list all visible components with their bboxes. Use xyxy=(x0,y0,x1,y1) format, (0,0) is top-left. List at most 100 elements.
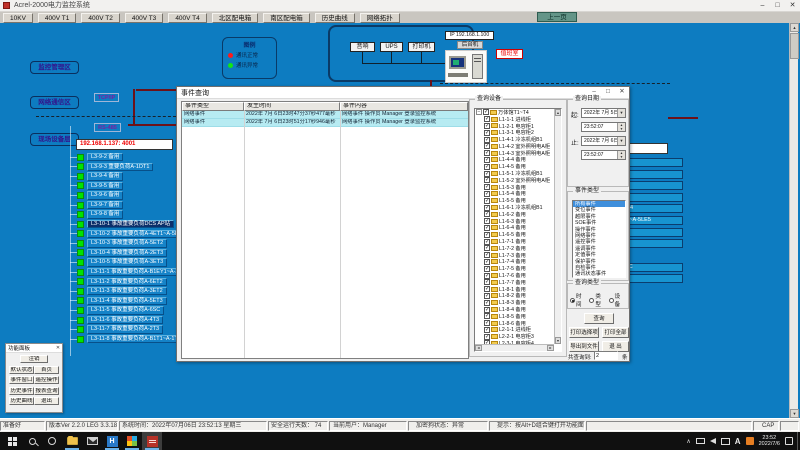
device-row[interactable]: L3-9-6 备用 xyxy=(70,191,193,199)
checkbox-icon[interactable] xyxy=(484,239,490,245)
to-time-spinner[interactable]: 23:52:07 xyxy=(581,150,626,160)
event-table-row[interactable]: 网络事件2022年 7月 6日23时47分37秒477毫秒网络事件 操作员 Ma… xyxy=(182,111,468,119)
notification-center-icon[interactable] xyxy=(785,437,793,445)
network-icon[interactable] xyxy=(696,438,705,444)
spinner-arrows-icon[interactable] xyxy=(617,123,625,131)
file-explorer-button[interactable] xyxy=(62,432,82,450)
checkbox-icon[interactable] xyxy=(484,211,490,217)
event-table-row[interactable]: 网络事件2022年 7月 6日23时51分17秒946毫秒网络事件 操作员 Ma… xyxy=(182,119,468,127)
workstation-icon[interactable] xyxy=(445,50,487,83)
task-view-button[interactable] xyxy=(42,432,62,450)
column-header-time[interactable]: 发生时间 xyxy=(244,102,340,111)
tab-item[interactable]: 400V T4 xyxy=(168,13,206,23)
scroll-up-icon[interactable] xyxy=(555,109,561,116)
function-button[interactable]: 注销 xyxy=(20,355,48,363)
function-panel-close-icon[interactable] xyxy=(54,345,62,351)
checkbox-icon[interactable] xyxy=(484,273,490,279)
device-row[interactable]: L3-10-1 事故重要负荷DCS AP站 xyxy=(70,220,193,228)
tab-item[interactable]: 400V T3 xyxy=(125,13,163,23)
checkbox-icon[interactable] xyxy=(484,116,490,122)
checkbox-icon[interactable] xyxy=(484,259,490,265)
query-type-option[interactable]: 时间 xyxy=(570,292,586,308)
close-icon[interactable] xyxy=(785,0,800,11)
device-row[interactable]: L3-9-8 备用 xyxy=(70,210,193,218)
dialog-maximize-icon[interactable] xyxy=(601,87,615,98)
query-button[interactable]: 查询 xyxy=(584,313,614,324)
scroll-down-icon[interactable] xyxy=(555,337,561,344)
device-row[interactable]: L3-11-5 事故重要负荷A-6SC xyxy=(70,306,193,314)
checkbox-icon[interactable] xyxy=(484,266,490,272)
device-row[interactable]: L3-10-3 事故重要负荷A-5ET2 xyxy=(70,239,193,247)
scroll-left-icon[interactable] xyxy=(475,345,482,351)
checkbox-icon[interactable] xyxy=(484,130,490,136)
checkbox-icon[interactable] xyxy=(484,279,490,285)
scroll-thumb[interactable] xyxy=(790,33,799,59)
dialog-close-icon[interactable] xyxy=(615,87,629,98)
tab-item[interactable]: 南区配电箱 xyxy=(263,13,310,23)
from-date-combo[interactable]: 2022年 7月 5日 xyxy=(581,108,626,118)
checkbox-icon[interactable] xyxy=(484,307,490,313)
tab-item[interactable]: 历史曲线 xyxy=(315,13,355,23)
checkbox-icon[interactable] xyxy=(484,137,490,143)
checkbox-icon[interactable] xyxy=(484,286,490,292)
device-row[interactable]: L3-11-8 事故重要负荷A-B1T1~A-1T1 xyxy=(70,335,193,343)
dropdown-arrow-icon[interactable] xyxy=(617,137,625,145)
device-row[interactable]: L3-10-2 事故重要负荷A-4ET1~A-5ET1 xyxy=(70,230,193,238)
tab-item[interactable]: 网络拓扑 xyxy=(360,13,400,23)
device-row[interactable]: L3-10-5 事故重要负荷A-3ET3 xyxy=(70,258,193,266)
checkbox-icon[interactable] xyxy=(484,123,490,129)
print-selected-button[interactable]: 打印选择项 xyxy=(569,327,599,338)
tree-horizontal-scrollbar[interactable] xyxy=(475,344,554,351)
device-row[interactable]: L3-11-3 事故重要负荷A-3ET2 xyxy=(70,287,193,295)
function-button[interactable]: 报表查询 xyxy=(34,387,59,395)
maximize-icon[interactable] xyxy=(770,0,785,11)
device-row[interactable]: L3-11-6 事故重要负荷A-4T3 xyxy=(70,316,193,324)
checkbox-icon[interactable] xyxy=(484,198,490,204)
scroll-down-icon[interactable] xyxy=(790,409,799,418)
checkbox-icon[interactable] xyxy=(484,164,490,170)
query-type-option[interactable]: 类型 xyxy=(589,292,605,308)
checkbox-icon[interactable] xyxy=(484,232,490,238)
checkbox-icon[interactable] xyxy=(484,171,490,177)
to-date-combo[interactable]: 2022年 7月 6日 xyxy=(581,136,626,146)
scroll-up-icon[interactable] xyxy=(790,23,799,32)
checkbox-icon[interactable] xyxy=(483,109,489,115)
tab-item[interactable]: 北区配电箱 xyxy=(212,13,259,23)
search-button[interactable] xyxy=(22,432,42,450)
checkbox-icon[interactable] xyxy=(484,177,490,183)
device-row[interactable]: L3-11-2 事故重要负荷A-6ET2 xyxy=(70,278,193,286)
checkbox-icon[interactable] xyxy=(484,184,490,190)
tab-item[interactable]: 400V T2 xyxy=(81,13,119,23)
app-h-button[interactable]: H xyxy=(102,432,122,450)
checkbox-icon[interactable] xyxy=(484,150,490,156)
checkbox-icon[interactable] xyxy=(484,245,490,251)
mail-button[interactable] xyxy=(82,432,102,450)
checkbox-icon[interactable] xyxy=(484,293,490,299)
checkbox-icon[interactable] xyxy=(484,252,490,258)
touch-keyboard-icon[interactable] xyxy=(721,438,730,445)
dialog-titlebar[interactable]: 事件查询 xyxy=(177,87,629,99)
spinner-arrows-icon[interactable] xyxy=(617,151,625,159)
device-row[interactable]: L3-9-7 备用 xyxy=(70,201,193,209)
function-button[interactable]: 历史曲线 xyxy=(9,397,34,405)
checkbox-icon[interactable] xyxy=(484,334,490,340)
checkbox-icon[interactable] xyxy=(484,157,490,163)
checkbox-icon[interactable] xyxy=(484,320,490,326)
minimize-icon[interactable] xyxy=(755,0,770,11)
function-button[interactable]: 默认状态 xyxy=(9,366,34,374)
checkbox-icon[interactable] xyxy=(484,218,490,224)
function-button[interactable]: 遥控操作 xyxy=(34,376,59,384)
tray-chevron-up-icon[interactable] xyxy=(686,438,690,445)
taskbar-clock[interactable]: 23:52 2022/7/6 xyxy=(759,435,780,448)
collapse-icon[interactable] xyxy=(476,109,482,115)
checkbox-icon[interactable] xyxy=(484,191,490,197)
checkbox-icon[interactable] xyxy=(484,327,490,333)
function-button[interactable]: 历史事件 xyxy=(9,387,34,395)
checkbox-icon[interactable] xyxy=(484,225,490,231)
column-header-type[interactable]: 事件类型 xyxy=(182,102,244,111)
main-vertical-scrollbar[interactable] xyxy=(789,23,798,418)
from-time-spinner[interactable]: 23:52:07 xyxy=(581,122,626,132)
ime-indicator[interactable]: A xyxy=(735,437,741,446)
scada-app-button[interactable] xyxy=(142,432,162,450)
device-row[interactable]: L3-11-1 事故重要负荷A-B1EY1~A-2ET1 xyxy=(70,268,193,276)
